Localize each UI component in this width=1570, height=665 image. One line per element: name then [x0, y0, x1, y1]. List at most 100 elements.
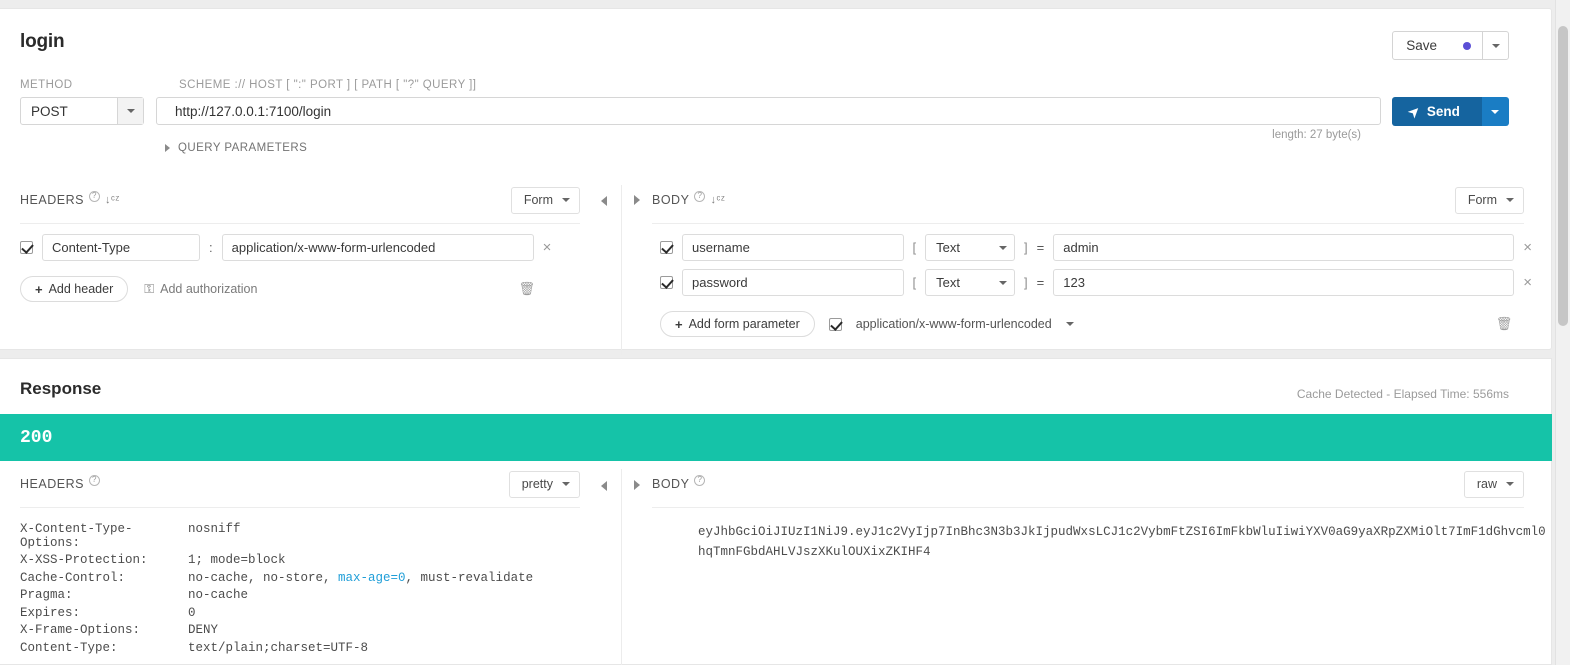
header-key: Expires:	[20, 605, 81, 620]
sort-az-icon[interactable]: ↓ᶜᶻ	[710, 194, 725, 206]
request-headers-view-mode-label: Form	[523, 193, 553, 207]
delete-all-headers-icon[interactable]: 🗑	[518, 281, 535, 297]
body-param-value-input[interactable]: 123	[1053, 269, 1515, 296]
plus-icon: +	[35, 281, 43, 297]
save-dropdown-button[interactable]	[1483, 32, 1508, 59]
help-icon[interactable]: ?	[694, 474, 706, 486]
body-param-value-input[interactable]: admin	[1053, 234, 1515, 261]
content-type-label: application/x-www-form-urlencoded	[855, 317, 1052, 331]
content-type-checkbox[interactable]	[828, 317, 842, 331]
collapse-left-icon[interactable]	[601, 481, 607, 491]
equals-sign: =	[1036, 240, 1045, 255]
send-dropdown-button[interactable]	[1481, 97, 1509, 126]
response-headers-view-mode-label: pretty	[521, 477, 553, 491]
table-row: password [ Text ] = 123 ×	[652, 261, 1552, 296]
response-body-view-mode[interactable]: raw	[1463, 470, 1524, 498]
header-name-input[interactable]: Content-Type	[42, 234, 200, 261]
send-button[interactable]: ➤ Send	[1392, 97, 1482, 126]
response-panel: Response Cache Detected - Elapsed Time: …	[0, 358, 1552, 665]
header-key: X-Frame-Options:	[20, 623, 141, 637]
delete-all-body-params-icon[interactable]: 🗑	[1496, 316, 1513, 332]
table-row: Cache-Control: no-cache, no-store, max-a…	[0, 567, 600, 585]
bracket-open: [	[912, 275, 917, 290]
request-body-view-mode[interactable]: Form	[1454, 186, 1524, 214]
send-button-group[interactable]: ➤ Send	[1392, 97, 1509, 126]
header-key: Content-Type:	[20, 640, 118, 655]
key-icon: ⚿	[144, 281, 155, 296]
chevron-down-icon	[999, 245, 1008, 250]
body-param-checkbox[interactable]	[660, 241, 673, 254]
help-icon[interactable]: ?	[88, 190, 100, 202]
request-headers-title: HEADERS ? ↓ᶜᶻ	[20, 190, 120, 207]
method-select[interactable]: POST	[20, 97, 144, 125]
collapse-left-icon[interactable]	[601, 196, 607, 206]
response-body-view-mode-label: raw	[1476, 477, 1497, 491]
table-row: Expires: 0	[0, 602, 600, 620]
equals-sign: =	[1036, 275, 1045, 290]
request-body-pane: BODY ? ↓ᶜᶻ Form username [ Text ] = admi…	[652, 185, 1552, 337]
chevron-down-icon	[562, 482, 570, 486]
method-value: POST	[31, 103, 68, 119]
query-parameters-label: QUERY PARAMETERS	[178, 142, 308, 154]
request-headers-header: HEADERS ? ↓ᶜᶻ Form	[0, 185, 600, 215]
pane-divider	[621, 469, 622, 665]
request-headers-actions: + Add header ⚿ Add authorization 🗑	[0, 261, 600, 302]
save-button[interactable]: Save	[1393, 32, 1483, 59]
add-authorization-button[interactable]: ⚿ Add authorization	[144, 281, 257, 297]
response-headers-title: HEADERS ?	[20, 474, 100, 491]
header-row-checkbox[interactable]	[20, 241, 33, 254]
header-value: text/plain;charset=UTF-8	[188, 640, 369, 655]
body-param-name-input[interactable]: password	[682, 269, 904, 296]
page-vscrollbar[interactable]	[1555, 0, 1570, 665]
body-param-checkbox[interactable]	[660, 276, 673, 289]
request-headers-pane: HEADERS ? ↓ᶜᶻ Form Content-Type : applic…	[0, 185, 600, 302]
table-row: X-XSS-Protection: 1; mode=block	[0, 550, 600, 567]
header-value: no-cache, no-store, max-age=0, must-reva…	[188, 571, 533, 585]
url-label: SCHEME :// HOST [ ":" PORT ] [ PATH [ "?…	[179, 79, 477, 91]
request-headers-view-mode[interactable]: Form	[510, 186, 580, 214]
query-parameters-toggle[interactable]: QUERY PARAMETERS	[165, 142, 307, 154]
method-dropdown-arrow[interactable]	[117, 98, 143, 124]
body-param-type-select[interactable]: Text	[925, 234, 1016, 261]
page-title: login	[20, 31, 65, 52]
help-icon[interactable]: ?	[694, 190, 706, 202]
status-bar: 200	[0, 414, 1552, 461]
header-value-input[interactable]: application/x-www-form-urlencoded	[221, 234, 534, 261]
response-body-header: BODY ? raw	[652, 469, 1552, 499]
response-headers-label: HEADERS	[20, 477, 84, 491]
header-value: 1; mode=block	[188, 553, 286, 567]
add-form-parameter-button[interactable]: + Add form parameter	[660, 311, 815, 337]
status-code: 200	[20, 427, 53, 448]
remove-header-icon[interactable]: ×	[543, 240, 552, 255]
header-key: Pragma:	[20, 588, 73, 602]
method-label: METHOD	[20, 79, 73, 91]
help-icon[interactable]: ?	[88, 474, 100, 486]
response-headers-view-mode[interactable]: pretty	[508, 470, 580, 498]
chevron-right-icon	[165, 144, 170, 152]
add-header-button[interactable]: + Add header	[20, 276, 129, 302]
header-value: DENY	[188, 623, 219, 637]
header-key: X-XSS-Protection:	[20, 553, 148, 567]
request-panel: login Save METHOD SCHEME :// HOST [ ":" …	[0, 8, 1552, 355]
body-param-type-value: Text	[936, 275, 961, 290]
send-button-label: Send	[1426, 104, 1460, 119]
collapse-right-icon[interactable]	[634, 480, 640, 490]
body-param-name-input[interactable]: username	[682, 234, 904, 261]
sort-az-icon[interactable]: ↓ᶜᶻ	[105, 194, 120, 206]
header-value-post: , must-revalidate	[405, 570, 534, 585]
remove-body-param-icon[interactable]: ×	[1523, 240, 1532, 255]
scrollbar-thumb[interactable]	[1558, 26, 1568, 326]
chevron-down-icon	[562, 198, 570, 202]
header-value-highlight: max-age=0	[338, 570, 406, 585]
request-body-header: BODY ? ↓ᶜᶻ Form	[652, 185, 1552, 215]
remove-body-param-icon[interactable]: ×	[1523, 275, 1532, 290]
url-input[interactable]: http://127.0.0.1:7100/login	[156, 97, 1381, 125]
save-button-group[interactable]: Save	[1392, 31, 1509, 60]
chevron-down-icon[interactable]	[1065, 322, 1074, 326]
collapse-right-icon[interactable]	[634, 195, 640, 205]
response-body-content[interactable]: eyJhbGciOiJIUzI1NiJ9.eyJ1c2VyIjp7InBhc3N…	[652, 508, 1552, 562]
add-form-parameter-label: Add form parameter	[688, 317, 800, 331]
chevron-down-icon	[1506, 198, 1514, 202]
body-param-type-select[interactable]: Text	[925, 269, 1016, 296]
chevron-down-icon	[1491, 43, 1500, 48]
